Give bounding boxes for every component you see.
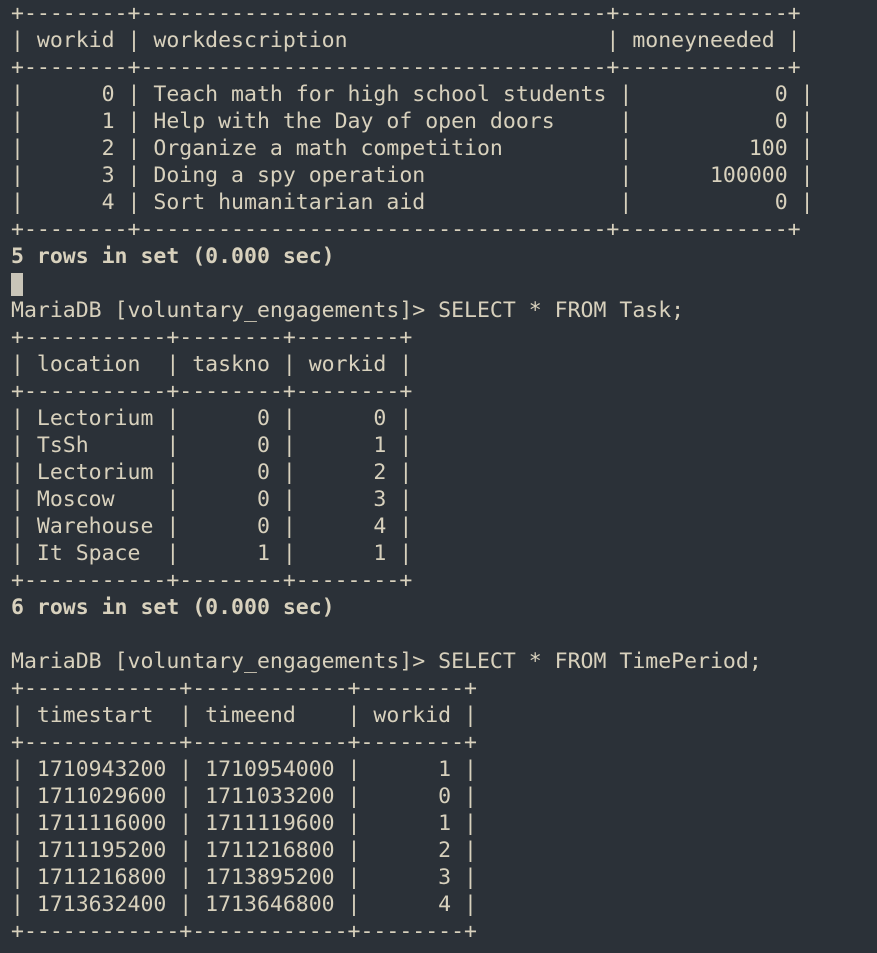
cursor-line bbox=[11, 273, 23, 296]
table-row: | 1711029600 | 1711033200 | 0 | bbox=[11, 784, 477, 809]
table-border-line: +--------+------------------------------… bbox=[11, 1, 801, 26]
table-border-line: +-----------+--------+--------+ bbox=[11, 379, 413, 404]
table-row: | TsSh | 0 | 1 | bbox=[11, 433, 413, 458]
table-row: | 1713632400 | 1713646800 | 4 | bbox=[11, 892, 477, 917]
command-prompt-line: MariaDB [voluntary_engagements]> SELECT … bbox=[11, 649, 762, 674]
table-row: | Warehouse | 0 | 4 | bbox=[11, 514, 413, 539]
table-row: | location | taskno | workid | bbox=[11, 352, 413, 377]
table-row: | Moscow | 0 | 3 | bbox=[11, 487, 413, 512]
table-row: | workid | workdescription | moneyneeded… bbox=[11, 28, 801, 53]
table-row: | 1711216800 | 1713895200 | 3 | bbox=[11, 865, 477, 890]
table-row: | 1711195200 | 1711216800 | 2 | bbox=[11, 838, 477, 863]
table-row: | 2 | Organize a math competition | 100 … bbox=[11, 136, 814, 161]
table-row: | 3 | Doing a spy operation | 100000 | bbox=[11, 163, 814, 188]
table-border-line: +-----------+--------+--------+ bbox=[11, 568, 413, 593]
table-border-line: +------------+------------+--------+ bbox=[11, 676, 477, 701]
table-row: | 0 | Teach math for high school student… bbox=[11, 82, 814, 107]
table-border-line: +--------+------------------------------… bbox=[11, 217, 801, 242]
table-row: | timestart | timeend | workid | bbox=[11, 703, 477, 728]
result-summary: 6 rows in set (0.000 sec) bbox=[11, 595, 335, 620]
table-row: | Lectorium | 0 | 0 | bbox=[11, 406, 413, 431]
table-row: | 1710943200 | 1710954000 | 1 | bbox=[11, 757, 477, 782]
table-row: | 1711116000 | 1711119600 | 1 | bbox=[11, 811, 477, 836]
text-cursor bbox=[11, 275, 23, 296]
table-row: | Lectorium | 0 | 2 | bbox=[11, 460, 413, 485]
table-border-line: +------------+------------+--------+ bbox=[11, 919, 477, 944]
table-row: | 1 | Help with the Day of open doors | … bbox=[11, 109, 814, 134]
terminal-output[interactable]: +--------+------------------------------… bbox=[11, 0, 877, 953]
table-border-line: +------------+------------+--------+ bbox=[11, 730, 477, 755]
table-border-line: +--------+------------------------------… bbox=[11, 55, 801, 80]
table-border-line: +-----------+--------+--------+ bbox=[11, 325, 413, 350]
result-summary: 5 rows in set (0.000 sec) bbox=[11, 244, 335, 269]
table-row: | It Space | 1 | 1 | bbox=[11, 541, 413, 566]
table-row: | 4 | Sort humanitarian aid | 0 | bbox=[11, 190, 814, 215]
command-prompt-line: MariaDB [voluntary_engagements]> SELECT … bbox=[11, 298, 685, 323]
